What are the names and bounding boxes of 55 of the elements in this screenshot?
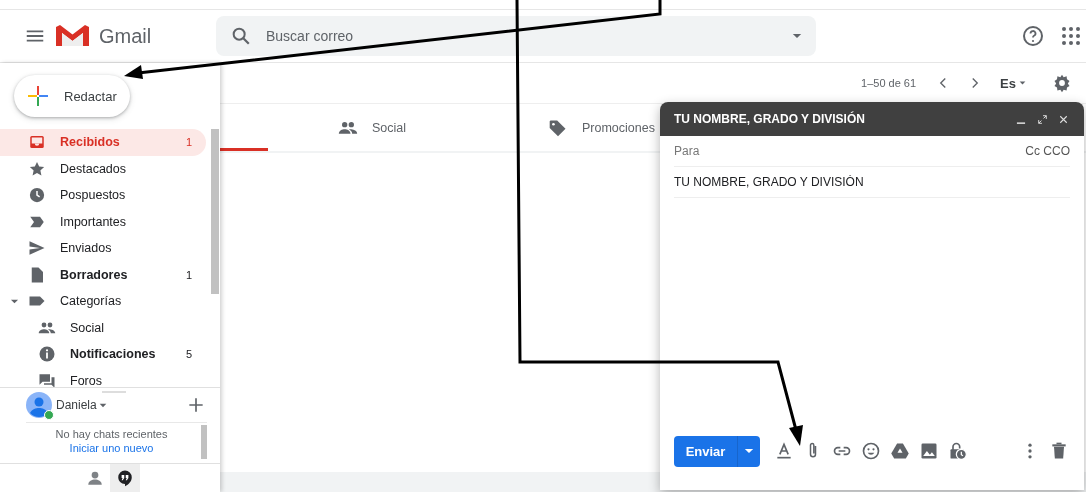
envelope-logo-icon[interactable] xyxy=(56,24,89,48)
expand-icon[interactable] xyxy=(1036,112,1049,126)
nav-item[interactable]: Borradores 1 xyxy=(0,261,206,288)
nav-item[interactable]: Destacados xyxy=(0,155,206,182)
send-options-button[interactable] xyxy=(737,435,760,467)
plus-icon xyxy=(26,84,50,108)
help-icon[interactable] xyxy=(1021,24,1045,48)
image-icon[interactable] xyxy=(919,441,939,461)
avatar[interactable] xyxy=(26,392,52,418)
scrollbar[interactable] xyxy=(201,425,207,459)
compose-title: TU NOMBRE, GRADO Y DIVISIÓN xyxy=(674,112,865,126)
clock-icon xyxy=(28,186,46,205)
info-icon xyxy=(38,345,56,364)
person-icon xyxy=(86,469,104,487)
settings-icon[interactable] xyxy=(1052,73,1072,93)
plus-icon[interactable] xyxy=(186,395,206,415)
search-field[interactable]: Buscar correo xyxy=(264,27,780,45)
language-selector[interactable]: Es xyxy=(1000,75,1026,91)
caret-icon[interactable] xyxy=(792,33,802,39)
app-logo-text[interactable]: Gmail xyxy=(99,24,152,48)
send-button[interactable]: Enviar xyxy=(674,435,737,467)
category-tab[interactable]: Social xyxy=(268,104,478,151)
nav-item[interactable]: Enviados xyxy=(0,235,206,262)
compose-title-bar[interactable]: TU NOMBRE, GRADO Y DIVISIÓN xyxy=(660,102,1084,136)
nav-item[interactable]: Recibidos 1 xyxy=(0,129,206,156)
lock-clock-icon[interactable] xyxy=(948,441,968,461)
caret-icon xyxy=(744,448,754,454)
user-name-dropdown[interactable]: Daniela xyxy=(56,398,97,412)
trash-icon[interactable] xyxy=(1049,441,1069,461)
subject-field[interactable]: TU NOMBRE, GRADO Y DIVISIÓN xyxy=(674,175,1070,189)
nav-item[interactable]: Importantes xyxy=(0,208,206,235)
empty-chats-text: No hay chats recientes xyxy=(55,428,168,440)
nav-item[interactable]: Foros xyxy=(0,367,206,387)
nav-item[interactable]: Categorías xyxy=(0,288,206,315)
smiley-icon[interactable] xyxy=(861,441,881,461)
nav-item[interactable]: Social xyxy=(0,314,206,341)
caret-icon[interactable] xyxy=(98,402,107,408)
quote-bubble-icon xyxy=(116,469,134,487)
text-format-icon[interactable] xyxy=(774,441,794,461)
nav-item[interactable]: Notificaciones 5 xyxy=(0,341,206,368)
chat-tab[interactable] xyxy=(110,464,140,492)
nav-item[interactable]: Pospuestos xyxy=(0,182,206,209)
chat-bubbles-icon xyxy=(38,371,56,387)
search-icon[interactable] xyxy=(230,25,252,47)
caret-icon xyxy=(1019,81,1026,85)
scrollbar[interactable] xyxy=(211,129,219,294)
triangle-drive-icon[interactable] xyxy=(890,441,910,461)
recipients-field[interactable]: Para xyxy=(674,144,1026,158)
cc-bcc-link[interactable]: Cc CCO xyxy=(1025,144,1070,158)
pagination-text: 1–50 de 61 xyxy=(861,77,917,89)
start-chat-link[interactable]: Iniciar uno nuevo xyxy=(69,442,154,454)
apps-grid-icon[interactable] xyxy=(1059,24,1083,48)
search-bar[interactable]: Buscar correo xyxy=(216,16,816,56)
caret-icon[interactable] xyxy=(9,298,19,304)
compose-button[interactable]: Redactar xyxy=(14,75,130,117)
